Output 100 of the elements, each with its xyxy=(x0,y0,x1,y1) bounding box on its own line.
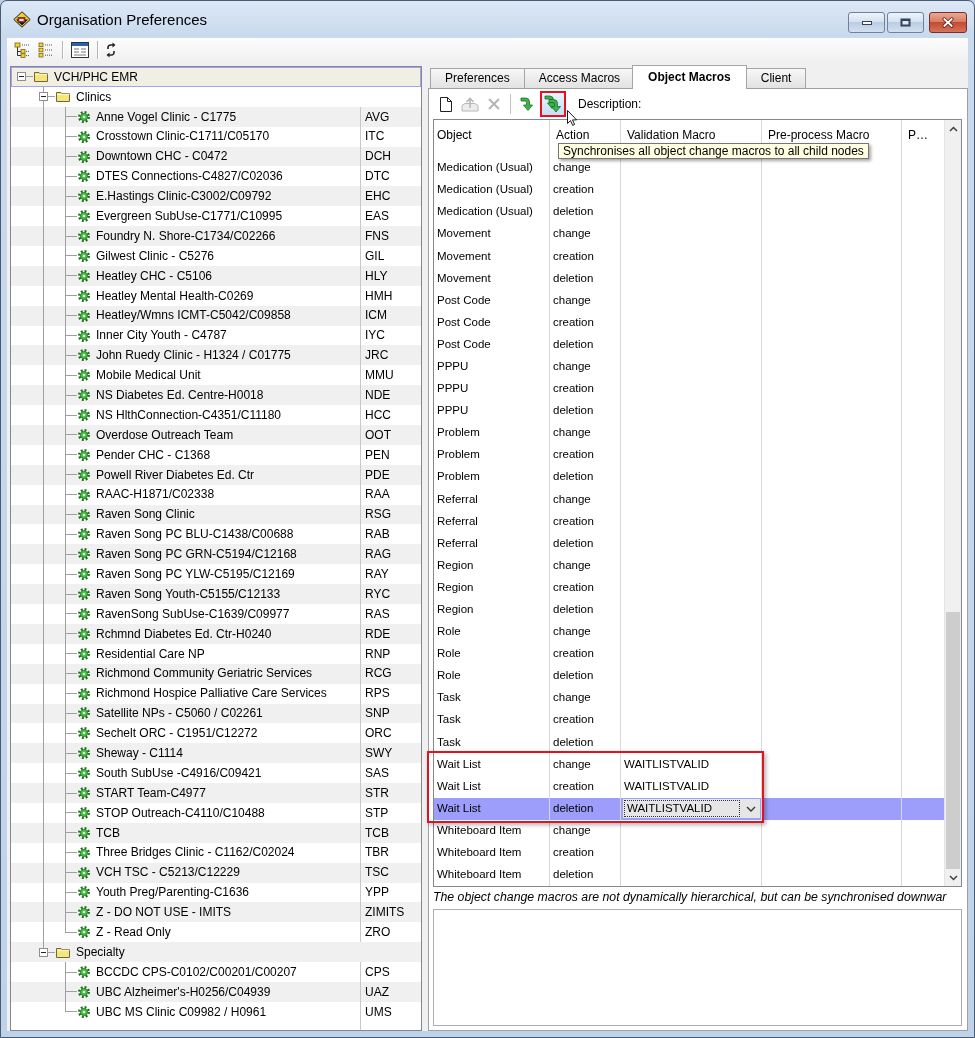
code-label: YPP xyxy=(365,885,389,900)
tree-item[interactable]: Residential Care NP RNP xyxy=(11,643,421,664)
code-label: RAS xyxy=(365,606,390,622)
tab[interactable]: Object Macros xyxy=(632,65,747,89)
collapse-icon[interactable] xyxy=(17,72,26,82)
node-label: NS HlthConnection-C4351/C11180 xyxy=(96,407,282,423)
new-document-icon[interactable] xyxy=(440,96,452,112)
tree-item[interactable]: NS Diabetes Ed. Centre-H0018 NDE xyxy=(11,385,421,406)
down-arrow-icon[interactable] xyxy=(520,96,534,112)
node-label: UBC Alzheimer's-H0256/C04939 xyxy=(96,984,272,1000)
code-label: IYC xyxy=(365,328,385,343)
folder-icon xyxy=(56,946,70,958)
tree-item[interactable]: VCH TSC - C5213/C12229 TSC xyxy=(11,862,421,883)
table-cell: Region xyxy=(437,580,474,595)
tree-item[interactable]: Heatley Mental Health-C0269 HMH xyxy=(11,285,421,306)
tab[interactable]: Client xyxy=(745,68,807,88)
tree-item[interactable]: E.Hastings Clinic-C3002/C09792 EHC xyxy=(11,186,421,207)
tree-item[interactable]: Pender CHC - C1368 PEN xyxy=(11,444,421,465)
column-header[interactable]: Pre-process Macro xyxy=(768,128,870,142)
tree-item[interactable]: Sheway - C1114 SWY xyxy=(11,743,421,764)
column-header[interactable]: Validation Macro xyxy=(627,128,716,142)
gear-icon xyxy=(78,647,90,660)
chevron-down-icon[interactable] xyxy=(948,874,958,881)
table-cell: change xyxy=(553,161,591,175)
tree-item[interactable]: STOP Outreach-C4110/C10488 STP xyxy=(11,802,421,823)
validation-macro-dropdown[interactable]: WAITLISTVALID xyxy=(623,799,760,819)
tree-item[interactable]: BCCDC CPS-C0102/C00201/C00207 CPS xyxy=(11,962,421,982)
refresh-icon[interactable] xyxy=(106,42,116,58)
tree-item[interactable]: Satellite NPs - C5060 / C02261 SNP xyxy=(11,703,421,724)
minimize-button[interactable] xyxy=(848,12,885,33)
code-label: UMS xyxy=(365,1004,392,1019)
description-field[interactable] xyxy=(433,909,962,1026)
tree-item[interactable]: Downtown CHC - C0472 DCH xyxy=(11,146,421,167)
tree-item[interactable]: Heatley CHC - C5106 HLY xyxy=(11,265,421,286)
column-header[interactable]: Object xyxy=(437,128,472,142)
gear-icon xyxy=(78,727,90,740)
table-row[interactable]: Wait List deletion WAITLISTVALID xyxy=(434,797,944,820)
gear-icon xyxy=(78,627,90,640)
gear-icon xyxy=(78,230,90,243)
tree-item[interactable]: RavenSong SubUse-C1639/C09977 RAS xyxy=(11,604,421,624)
column-header[interactable]: P… xyxy=(908,128,928,142)
table-cell: change xyxy=(553,360,591,374)
chevron-up-icon[interactable] xyxy=(948,125,958,132)
tree-item[interactable]: Overdose Outreach Team OOT xyxy=(11,425,421,445)
tree-item[interactable]: UBC Alzheimer's-H0256/C04939 UAZ xyxy=(11,981,421,1002)
table-cell: Role xyxy=(437,669,461,684)
node-label: TCB xyxy=(96,825,121,840)
collapse-icon[interactable] xyxy=(39,92,48,102)
tree-item[interactable]: Gilwest Clinic - C5276 GIL xyxy=(11,246,421,266)
node-label: Powell River Diabetes Ed. Ctr xyxy=(96,467,256,482)
table-cell: Task xyxy=(437,691,461,706)
gear-icon xyxy=(78,409,90,422)
tree-item[interactable]: Clinics xyxy=(11,86,421,107)
tree-item[interactable]: Three Bridges Clinic - C1162/C02024 TBR xyxy=(11,842,421,863)
node-label: RavenSong SubUse-C1639/C09977 xyxy=(96,606,291,622)
node-label: Foundry N. Shore-C1734/C02266 xyxy=(96,228,277,244)
table-cell: deletion xyxy=(553,404,594,418)
node-label: Three Bridges Clinic - C1162/C02024 xyxy=(96,845,296,860)
bullet-list-icon[interactable] xyxy=(38,42,54,58)
code-label: MMU xyxy=(365,368,394,383)
tree-item[interactable]: Raven Song PC GRN-C5194/C12168 RAG xyxy=(11,544,421,565)
window-icon[interactable] xyxy=(71,42,89,58)
minimize-icon xyxy=(861,20,872,25)
node-label: RAAC-H1871/C02338 xyxy=(96,487,216,502)
tree-item[interactable]: Raven Song Clinic RSG xyxy=(11,504,421,525)
tree-item[interactable]: VCH/PHC EMR xyxy=(11,67,421,87)
gear-icon xyxy=(78,110,90,123)
tree-item[interactable]: Foundry N. Shore-C1734/C02266 FNS xyxy=(11,226,421,246)
tree-item[interactable]: UBC MS Clinic C09982 / H0961 UMS xyxy=(11,1001,421,1022)
tree-item[interactable]: Raven Song Youth-C5155/C12133 RYC xyxy=(11,584,421,605)
maximize-button[interactable] xyxy=(887,12,924,33)
tree-item[interactable]: John Ruedy Clinic - H1324 / C01775 JRC xyxy=(11,345,421,366)
close-button[interactable] xyxy=(929,12,967,33)
tree-item[interactable]: Specialty xyxy=(11,942,421,963)
tree-item[interactable]: Z - DO NOT USE - IMITS ZIMITS xyxy=(11,902,421,923)
code-label: FNS xyxy=(365,228,389,244)
scrollbar-thumb[interactable] xyxy=(946,612,960,870)
node-label: Z - DO NOT USE - IMITS xyxy=(96,905,233,920)
tab[interactable]: Preferences xyxy=(430,68,525,88)
table-cell: Role xyxy=(437,647,461,661)
tree-icon[interactable] xyxy=(14,42,30,58)
node-label: Raven Song Clinic xyxy=(96,507,196,522)
collapse-icon[interactable] xyxy=(39,947,48,957)
table-cell: Problem xyxy=(437,426,480,441)
tree-item[interactable]: Rchmnd Diabetes Ed. Ctr-H0240 RDE xyxy=(11,623,421,644)
tree-item[interactable]: RAAC-H1871/C02338 RAA xyxy=(11,484,421,505)
tree-item[interactable]: Crosstown Clinic-C1711/C05170 ITC xyxy=(11,126,421,147)
table-cell: creation xyxy=(553,249,594,264)
table-cell: Problem xyxy=(437,470,480,485)
tree-item[interactable]: Powell River Diabetes Ed. Ctr PDE xyxy=(11,464,421,485)
tree-item[interactable]: TCB TCB xyxy=(11,822,421,843)
column-header[interactable]: Action xyxy=(556,128,590,142)
tree-item[interactable]: Richmond Hospice Palliative Care Services RPS xyxy=(11,683,421,704)
tree-item[interactable]: Heatley/Wmns ICMT-C5042/C09858 ICM xyxy=(11,305,421,326)
tree-item[interactable]: START Team-C4977 STR xyxy=(11,783,421,803)
code-label: RPS xyxy=(365,686,390,701)
tree-item[interactable]: Richmond Community Geriatric Services RCG xyxy=(11,663,421,684)
table-cell: change xyxy=(553,757,591,772)
tree-item[interactable]: Anne Vogel Clinic - C1775 AVG xyxy=(11,106,421,127)
table-cell: Task xyxy=(437,735,461,750)
